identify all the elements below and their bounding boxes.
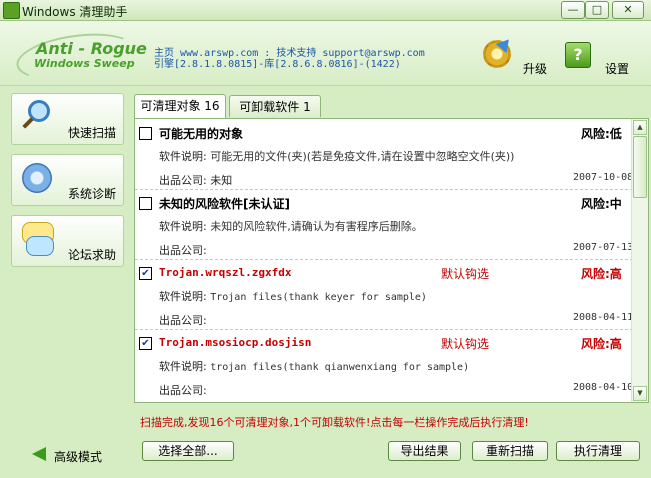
results-list: 可能无用的对象 风险:低 软件说明: 可能无用的文件(夹)(若是免疫文件,请在设… xyxy=(134,118,649,403)
export-results-button[interactable]: 导出结果 xyxy=(388,441,461,461)
close-button[interactable]: ✕ xyxy=(612,1,644,19)
upgrade-label: 升级 xyxy=(523,62,548,76)
item-date: 2007-07-13 xyxy=(573,242,634,253)
magnifier-handle xyxy=(22,117,34,129)
company-value: 未知 xyxy=(210,174,233,187)
item-date: 2008-04-11 xyxy=(573,312,634,323)
item-date: 2007-10-08 xyxy=(573,172,634,183)
company-label: 出品公司: xyxy=(159,384,207,397)
advanced-mode-label: 高级模式 xyxy=(54,450,103,464)
default-checked-mark: 默认钩选 xyxy=(441,337,490,351)
item-name: 可能无用的对象 xyxy=(159,127,244,141)
diagnosis-icon xyxy=(22,163,52,193)
desc-label: 软件说明: xyxy=(159,220,207,233)
item-name: Trojan.wrqszl.zgxfdx xyxy=(159,266,292,279)
minimize-button[interactable]: — xyxy=(561,1,585,19)
item-description: 软件说明: 可能无用的文件(夹)(若是免疫文件,请在设置中忽略空文件(夹)) xyxy=(159,148,514,164)
item-description: 软件说明: trojan files(thank qianwenxiang fo… xyxy=(159,358,469,374)
item-checkbox[interactable] xyxy=(139,197,152,210)
desc-label: 软件说明: xyxy=(159,290,207,303)
desc-label: 软件说明: xyxy=(159,150,207,163)
execute-clean-button[interactable]: 执行清理 xyxy=(556,441,640,461)
risk-level: 风险:高 xyxy=(581,337,622,351)
item-description: 软件说明: Trojan files(thank keyer for sampl… xyxy=(159,288,427,304)
desc-label: 软件说明: xyxy=(159,360,207,373)
sidebar-item-label: 系统诊断 xyxy=(68,187,117,201)
vertical-scrollbar[interactable]: ▲ ▼ xyxy=(631,119,648,402)
sidebar: 快速扫描 系统诊断 论坛求助 高级模式 xyxy=(9,91,126,471)
default-checked-mark: 默认钩选 xyxy=(441,267,490,281)
engine-version-info: 引擎[2.8.1.8.0815]-库[2.8.6.8.0816]-(1422) xyxy=(154,59,401,70)
sidebar-item-quick-scan[interactable]: 快速扫描 xyxy=(11,93,124,145)
logo-title: Anti - Rogue xyxy=(36,39,147,58)
desc-value: 未知的风险软件,请确认为有害程序后删除。 xyxy=(210,220,423,233)
list-item[interactable]: ✔ Trojan.msosiocp.dosjisn 默认钩选 风险:高 软件说明… xyxy=(135,329,633,399)
header: Anti - Rogue Windows Sweep 主页 www.arswp.… xyxy=(0,21,651,88)
tab-cleanable-objects[interactable]: 可清理对象 16 xyxy=(134,94,226,118)
sidebar-item-diagnosis[interactable]: 系统诊断 xyxy=(11,154,124,206)
item-company: 出品公司: 未知 xyxy=(159,172,232,188)
rescan-button[interactable]: 重新扫描 xyxy=(472,441,548,461)
item-company: 出品公司: xyxy=(159,312,207,328)
company-label: 出品公司: xyxy=(159,174,207,187)
sidebar-item-label: 论坛求助 xyxy=(68,248,117,262)
select-all-button[interactable]: 选择全部... xyxy=(142,441,234,461)
status-message: 扫描完成,发现16个可清理对象,1个可卸载软件!点击每一栏操作完成后执行清理! xyxy=(140,416,529,429)
item-description: 软件说明: 未知的风险软件,请确认为有害程序后删除。 xyxy=(159,218,423,234)
risk-level: 风险:高 xyxy=(581,267,622,281)
item-company: 出品公司: xyxy=(159,382,207,398)
company-label: 出品公司: xyxy=(159,314,207,327)
item-company: 出品公司: xyxy=(159,242,207,258)
item-name: 未知的风险软件[未认证] xyxy=(159,197,290,211)
title-bar: Windows 清理助手 — □ ✕ xyxy=(0,0,651,21)
help-question-icon: ? xyxy=(565,42,591,68)
chat-bubble-icon xyxy=(26,236,54,256)
company-label: 出品公司: xyxy=(159,244,207,257)
desc-value: trojan files(thank qianwenxiang for samp… xyxy=(210,362,470,373)
item-checkbox[interactable]: ✔ xyxy=(139,337,152,350)
app-icon xyxy=(3,2,20,19)
logo-subtitle: Windows Sweep xyxy=(34,57,135,70)
item-date: 2008-04-10 xyxy=(573,382,634,393)
window-title: Windows 清理助手 xyxy=(22,5,128,19)
maximize-button[interactable]: □ xyxy=(585,1,609,19)
item-name: Trojan.msosiocp.dosjisn xyxy=(159,336,312,349)
list-item[interactable]: 未知的风险软件[未认证] 风险:中 软件说明: 未知的风险软件,请确认为有害程序… xyxy=(135,189,633,260)
item-checkbox[interactable] xyxy=(139,127,152,140)
item-checkbox[interactable]: ✔ xyxy=(139,267,152,280)
scroll-up-arrow-icon[interactable]: ▲ xyxy=(633,120,647,135)
list-item[interactable]: ✔ Trojan.wrqszl.zgxfdx 默认钩选 风险:高 软件说明: T… xyxy=(135,259,633,330)
settings-label: 设置 xyxy=(605,62,630,76)
scroll-down-arrow-icon[interactable]: ▼ xyxy=(633,386,647,401)
tab-uninstallable-software[interactable]: 可卸载软件 1 xyxy=(229,95,321,117)
sidebar-item-label: 快速扫描 xyxy=(68,126,117,140)
risk-level: 风险:低 xyxy=(581,127,622,141)
list-item[interactable]: 可能无用的对象 风险:低 软件说明: 可能无用的文件(夹)(若是免疫文件,请在设… xyxy=(135,119,633,190)
main-content: 可清理对象 16 可卸载软件 1 可能无用的对象 风险:低 软件说明: 可能无用… xyxy=(130,91,651,471)
sidebar-item-forum-help[interactable]: 论坛求助 xyxy=(11,215,124,267)
arrow-left-icon xyxy=(32,447,46,461)
risk-level: 风险:中 xyxy=(581,197,622,211)
scrollbar-thumb[interactable] xyxy=(633,136,647,198)
desc-value: Trojan files(thank keyer for sample) xyxy=(210,292,427,303)
desc-value: 可能无用的文件(夹)(若是免疫文件,请在设置中忽略空文件(夹)) xyxy=(210,150,515,163)
